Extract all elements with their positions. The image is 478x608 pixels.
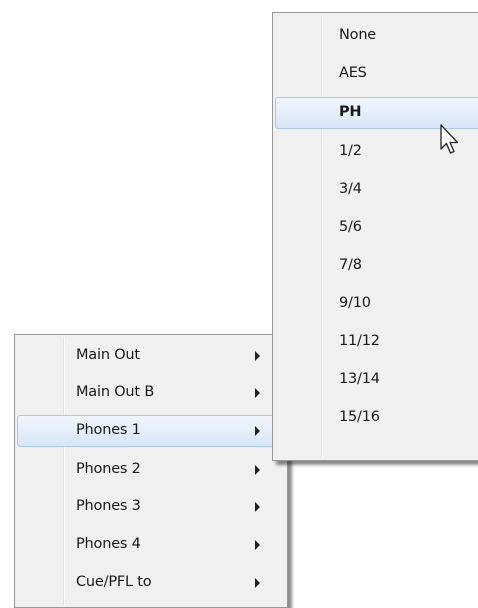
submenu-item-label: 11/12 <box>339 333 380 349</box>
menu-item-phones-2[interactable]: Phones 2 <box>17 454 285 486</box>
submenu-item-label: 5/6 <box>339 219 362 235</box>
menu-item-cue-pfl-to[interactable]: Cue/PFL to <box>17 567 285 599</box>
submenu-item-label: 7/8 <box>339 257 362 273</box>
phones-1-submenu: None AES PH 1/2 3/4 5/6 7/8 9/10 11/12 1… <box>272 12 478 461</box>
submenu-item-label: 3/4 <box>339 181 362 197</box>
menu-item-label: Cue/PFL to <box>76 574 152 590</box>
submenu-item-label: AES <box>339 65 367 81</box>
submenu-item-7-8[interactable]: 7/8 <box>275 250 478 282</box>
submenu-item-3-4[interactable]: 3/4 <box>275 174 478 206</box>
submenu-item-5-6[interactable]: 5/6 <box>275 212 478 244</box>
chevron-right-icon <box>255 502 260 512</box>
submenu-item-label: None <box>339 27 377 43</box>
chevron-right-icon <box>255 351 260 361</box>
menu-item-main-out[interactable]: Main Out <box>17 340 285 372</box>
menu-item-label: Phones 1 <box>76 422 141 438</box>
submenu-item-none[interactable]: None <box>275 20 478 52</box>
submenu-item-aes[interactable]: AES <box>275 58 478 90</box>
submenu-item-label: 1/2 <box>339 143 362 159</box>
submenu-item-15-16[interactable]: 15/16 <box>275 402 478 434</box>
submenu-item-11-12[interactable]: 11/12 <box>275 326 478 358</box>
menu-item-phones-1[interactable]: Phones 1 <box>17 415 285 447</box>
menu-item-phones-3[interactable]: Phones 3 <box>17 491 285 523</box>
menu-item-phones-4[interactable]: Phones 4 <box>17 529 285 561</box>
menu-item-label: Main Out <box>76 347 140 363</box>
submenu-item-13-14[interactable]: 13/14 <box>275 364 478 396</box>
main-context-menu: Main Out Main Out B Phones 1 Phones 2 Ph… <box>14 334 288 608</box>
chevron-right-icon <box>255 578 260 588</box>
screenshot-stage: Main Out Main Out B Phones 1 Phones 2 Ph… <box>0 0 478 608</box>
menu-item-label: Phones 3 <box>76 498 141 514</box>
menu-item-label: Main Out B <box>76 384 155 400</box>
chevron-right-icon <box>255 388 260 398</box>
menu-item-main-out-b[interactable]: Main Out B <box>17 377 285 409</box>
chevron-right-icon <box>255 540 260 550</box>
menu-item-label: Phones 4 <box>76 536 141 552</box>
submenu-item-9-10[interactable]: 9/10 <box>275 288 478 320</box>
submenu-item-label: PH <box>339 104 362 120</box>
submenu-item-label: 15/16 <box>339 409 380 425</box>
menu-item-label: Phones 2 <box>76 461 141 477</box>
submenu-item-label: 13/14 <box>339 371 380 387</box>
mouse-pointer-icon <box>440 124 459 154</box>
chevron-right-icon <box>255 465 260 475</box>
chevron-right-icon <box>255 426 260 436</box>
submenu-item-label: 9/10 <box>339 295 371 311</box>
